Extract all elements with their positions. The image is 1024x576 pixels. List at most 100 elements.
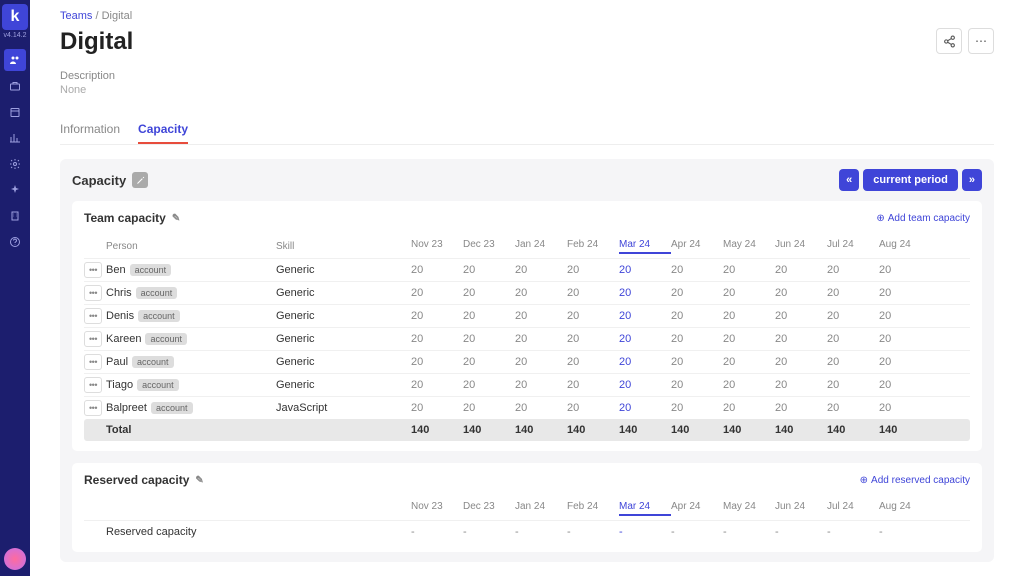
capacity-cell[interactable]: 20 — [671, 379, 723, 391]
capacity-cell[interactable]: 20 — [671, 264, 723, 276]
capacity-cell[interactable]: 20 — [567, 402, 619, 414]
capacity-cell[interactable]: 20 — [879, 379, 931, 391]
add-reserved-capacity[interactable]: ⊕ Add reserved capacity — [860, 475, 970, 486]
capacity-cell[interactable]: 20 — [619, 356, 671, 368]
nav-calendar[interactable] — [4, 101, 26, 123]
capacity-cell[interactable]: 20 — [515, 402, 567, 414]
capacity-cell[interactable]: 20 — [515, 356, 567, 368]
capacity-cell[interactable]: 20 — [411, 402, 463, 414]
panel-edit-button[interactable] — [132, 172, 148, 188]
row-menu-button[interactable]: ••• — [84, 285, 102, 301]
period-next-button[interactable]: » — [962, 169, 982, 191]
nav-building[interactable] — [4, 205, 26, 227]
capacity-cell[interactable]: 20 — [827, 310, 879, 322]
team-capacity-edit[interactable]: ✎ — [172, 213, 180, 224]
capacity-cell[interactable]: 20 — [463, 379, 515, 391]
capacity-cell[interactable]: 20 — [723, 356, 775, 368]
capacity-cell[interactable]: 20 — [411, 379, 463, 391]
capacity-cell[interactable]: 20 — [515, 333, 567, 345]
capacity-cell[interactable]: 20 — [723, 264, 775, 276]
capacity-cell[interactable]: 20 — [723, 379, 775, 391]
row-menu-button[interactable]: ••• — [84, 262, 102, 278]
capacity-cell[interactable]: 20 — [827, 264, 879, 276]
row-menu-button[interactable]: ••• — [84, 331, 102, 347]
capacity-cell[interactable]: 20 — [411, 356, 463, 368]
total-cell: 140 — [619, 424, 671, 436]
capacity-cell[interactable]: 20 — [723, 287, 775, 299]
capacity-cell[interactable]: 20 — [411, 264, 463, 276]
tab-capacity[interactable]: Capacity — [138, 116, 188, 144]
capacity-cell[interactable]: 20 — [879, 402, 931, 414]
tab-information[interactable]: Information — [60, 116, 120, 144]
nav-sparkle[interactable] — [4, 179, 26, 201]
capacity-cell[interactable]: 20 — [567, 287, 619, 299]
capacity-cell[interactable]: 20 — [775, 402, 827, 414]
row-menu-button[interactable]: ••• — [84, 400, 102, 416]
capacity-cell[interactable]: 20 — [619, 379, 671, 391]
capacity-cell[interactable]: 20 — [619, 402, 671, 414]
capacity-cell[interactable]: 20 — [723, 333, 775, 345]
capacity-cell[interactable]: 20 — [567, 333, 619, 345]
capacity-cell[interactable]: 20 — [879, 333, 931, 345]
capacity-cell[interactable]: 20 — [567, 356, 619, 368]
capacity-cell[interactable]: 20 — [619, 287, 671, 299]
current-period-button[interactable]: current period — [863, 169, 958, 191]
capacity-cell[interactable]: 20 — [411, 287, 463, 299]
capacity-cell[interactable]: 20 — [463, 402, 515, 414]
capacity-cell[interactable]: 20 — [619, 333, 671, 345]
capacity-cell[interactable]: 20 — [775, 287, 827, 299]
capacity-cell[interactable]: 20 — [515, 310, 567, 322]
more-button[interactable]: ⋯ — [968, 28, 994, 54]
capacity-cell[interactable]: 20 — [827, 333, 879, 345]
capacity-cell[interactable]: 20 — [775, 264, 827, 276]
capacity-cell[interactable]: 20 — [463, 333, 515, 345]
row-menu-button[interactable]: ••• — [84, 308, 102, 324]
capacity-cell[interactable]: 20 — [515, 264, 567, 276]
capacity-cell[interactable]: 20 — [723, 310, 775, 322]
capacity-cell[interactable]: 20 — [411, 333, 463, 345]
nav-briefcase[interactable] — [4, 75, 26, 97]
capacity-cell[interactable]: 20 — [567, 310, 619, 322]
breadcrumb-root[interactable]: Teams — [60, 10, 92, 22]
capacity-cell[interactable]: 20 — [567, 379, 619, 391]
capacity-cell[interactable]: 20 — [723, 402, 775, 414]
capacity-cell[interactable]: 20 — [463, 356, 515, 368]
capacity-cell[interactable]: 20 — [827, 356, 879, 368]
nav-chart[interactable] — [4, 127, 26, 149]
capacity-cell[interactable]: 20 — [671, 333, 723, 345]
period-prev-button[interactable]: « — [839, 169, 859, 191]
capacity-cell[interactable]: 20 — [515, 379, 567, 391]
capacity-cell[interactable]: 20 — [879, 310, 931, 322]
capacity-cell[interactable]: 20 — [775, 379, 827, 391]
capacity-cell[interactable]: 20 — [671, 310, 723, 322]
nav-teams[interactable] — [4, 49, 26, 71]
capacity-cell[interactable]: 20 — [463, 264, 515, 276]
capacity-cell[interactable]: 20 — [671, 287, 723, 299]
reserved-edit[interactable]: ✎ — [195, 475, 203, 486]
capacity-cell[interactable]: 20 — [671, 402, 723, 414]
capacity-cell[interactable]: 20 — [619, 310, 671, 322]
capacity-cell[interactable]: 20 — [879, 356, 931, 368]
row-menu-button[interactable]: ••• — [84, 354, 102, 370]
capacity-cell[interactable]: 20 — [879, 264, 931, 276]
capacity-cell[interactable]: 20 — [827, 402, 879, 414]
row-menu-button[interactable]: ••• — [84, 377, 102, 393]
add-team-capacity[interactable]: ⊕ Add team capacity — [876, 213, 970, 224]
capacity-cell[interactable]: 20 — [515, 287, 567, 299]
nav-help[interactable] — [4, 231, 26, 253]
capacity-cell[interactable]: 20 — [775, 356, 827, 368]
capacity-cell[interactable]: 20 — [619, 264, 671, 276]
capacity-cell[interactable]: 20 — [463, 287, 515, 299]
avatar[interactable] — [4, 548, 26, 570]
share-button[interactable] — [936, 28, 962, 54]
capacity-cell[interactable]: 20 — [827, 287, 879, 299]
capacity-cell[interactable]: 20 — [567, 264, 619, 276]
nav-settings[interactable] — [4, 153, 26, 175]
capacity-cell[interactable]: 20 — [463, 310, 515, 322]
capacity-cell[interactable]: 20 — [879, 287, 931, 299]
capacity-cell[interactable]: 20 — [671, 356, 723, 368]
capacity-cell[interactable]: 20 — [775, 333, 827, 345]
capacity-cell[interactable]: 20 — [827, 379, 879, 391]
capacity-cell[interactable]: 20 — [411, 310, 463, 322]
capacity-cell[interactable]: 20 — [775, 310, 827, 322]
